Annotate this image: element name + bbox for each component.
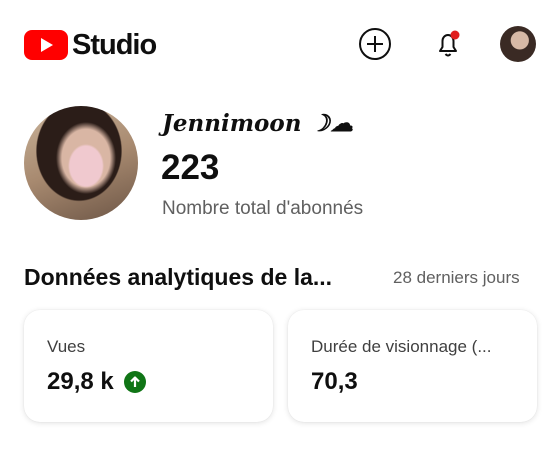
trend-up-icon xyxy=(123,371,146,393)
create-button[interactable] xyxy=(357,26,393,62)
watch-time-value-row: 70,3 xyxy=(311,368,358,396)
channel-avatar xyxy=(24,106,138,220)
views-value-row: 29,8 k xyxy=(47,368,146,396)
views-label: Vues xyxy=(47,337,86,356)
watch-time-value: 70,3 xyxy=(311,368,358,395)
analytics-title[interactable]: Données analytiques de la... xyxy=(24,264,332,291)
channel-name: Jennimoon ☽☁ xyxy=(162,110,354,137)
app-header: Studio xyxy=(0,0,560,90)
subscriber-count: 223 xyxy=(161,148,220,187)
views-value: 29,8 k xyxy=(47,368,114,395)
analytics-period: 28 derniers jours xyxy=(393,268,520,287)
watch-time-card[interactable]: Durée de visionnage (... 70,3 xyxy=(288,310,537,422)
logo-text: Studio xyxy=(72,29,157,61)
youtube-play-icon xyxy=(24,30,68,60)
subscriber-label: Nombre total d'abonnés xyxy=(162,198,364,219)
create-plus-icon xyxy=(359,28,391,60)
notifications-bell-icon xyxy=(439,30,460,57)
youtube-studio-logo[interactable]: Studio xyxy=(24,28,157,62)
views-card[interactable]: Vues 29,8 k xyxy=(24,310,273,422)
watch-time-label: Durée de visionnage (... xyxy=(311,337,492,356)
notification-dot xyxy=(450,30,460,40)
notifications-button[interactable] xyxy=(430,26,466,62)
account-avatar[interactable] xyxy=(500,26,536,62)
